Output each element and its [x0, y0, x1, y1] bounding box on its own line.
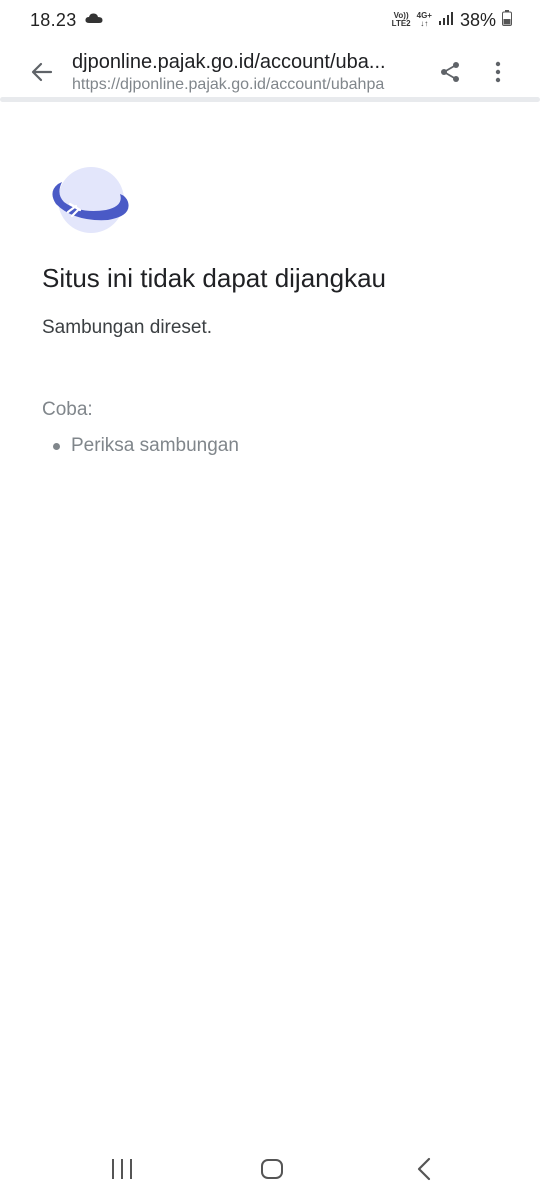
share-icon [441, 62, 459, 82]
status-time: 18.23 [30, 9, 77, 30]
error-description: Sambungan direset. [42, 317, 213, 338]
globe-unreachable-icon [46, 164, 132, 236]
share-button[interactable] [436, 58, 464, 86]
try-label: Coba: [42, 399, 93, 420]
browser-error-page: 18.23 Vo)) LTE2 4G+ ↓↑ 38% djponline.paj… [0, 0, 540, 1200]
system-back-button[interactable] [414, 1156, 434, 1182]
recent-apps-icon [112, 1159, 132, 1179]
data-arrows-icon: ↓↑ [420, 19, 429, 28]
page-title: djponline.pajak.go.id/account/uba... [72, 51, 386, 73]
page-url: https://djponline.pajak.go.id/account/ub… [72, 76, 385, 93]
home-icon [261, 1159, 283, 1179]
browser-toolbar: djponline.pajak.go.id/account/uba... htt… [0, 40, 540, 98]
toolbar-divider [0, 97, 540, 102]
error-title: Situs ini tidak dapat dijangkau [42, 263, 387, 293]
suggestion-list: Periksa sambungan [42, 434, 239, 458]
back-button[interactable] [26, 56, 58, 88]
cloud-icon [84, 11, 103, 29]
battery-icon [502, 9, 512, 31]
bullet-icon [53, 442, 60, 450]
status-bar: 18.23 Vo)) LTE2 4G+ ↓↑ 38% [0, 0, 540, 40]
nav-back-icon [417, 1157, 431, 1181]
system-nav-bar [0, 1140, 540, 1200]
signal-icon [438, 11, 454, 30]
url-bar[interactable]: djponline.pajak.go.id/account/uba... htt… [72, 50, 420, 95]
recent-apps-button[interactable] [110, 1158, 134, 1180]
more-vert-icon [495, 61, 501, 83]
volte-indicator: Vo)) LTE2 [391, 11, 411, 28]
battery-percent: 38% [459, 9, 496, 30]
more-options-button[interactable] [484, 58, 512, 86]
back-arrow-icon [31, 62, 53, 82]
suggestion-item: Periksa sambungan [42, 434, 239, 458]
network-type-indicator: 4G+ ↓↑ [416, 11, 432, 28]
home-button[interactable] [260, 1158, 284, 1180]
